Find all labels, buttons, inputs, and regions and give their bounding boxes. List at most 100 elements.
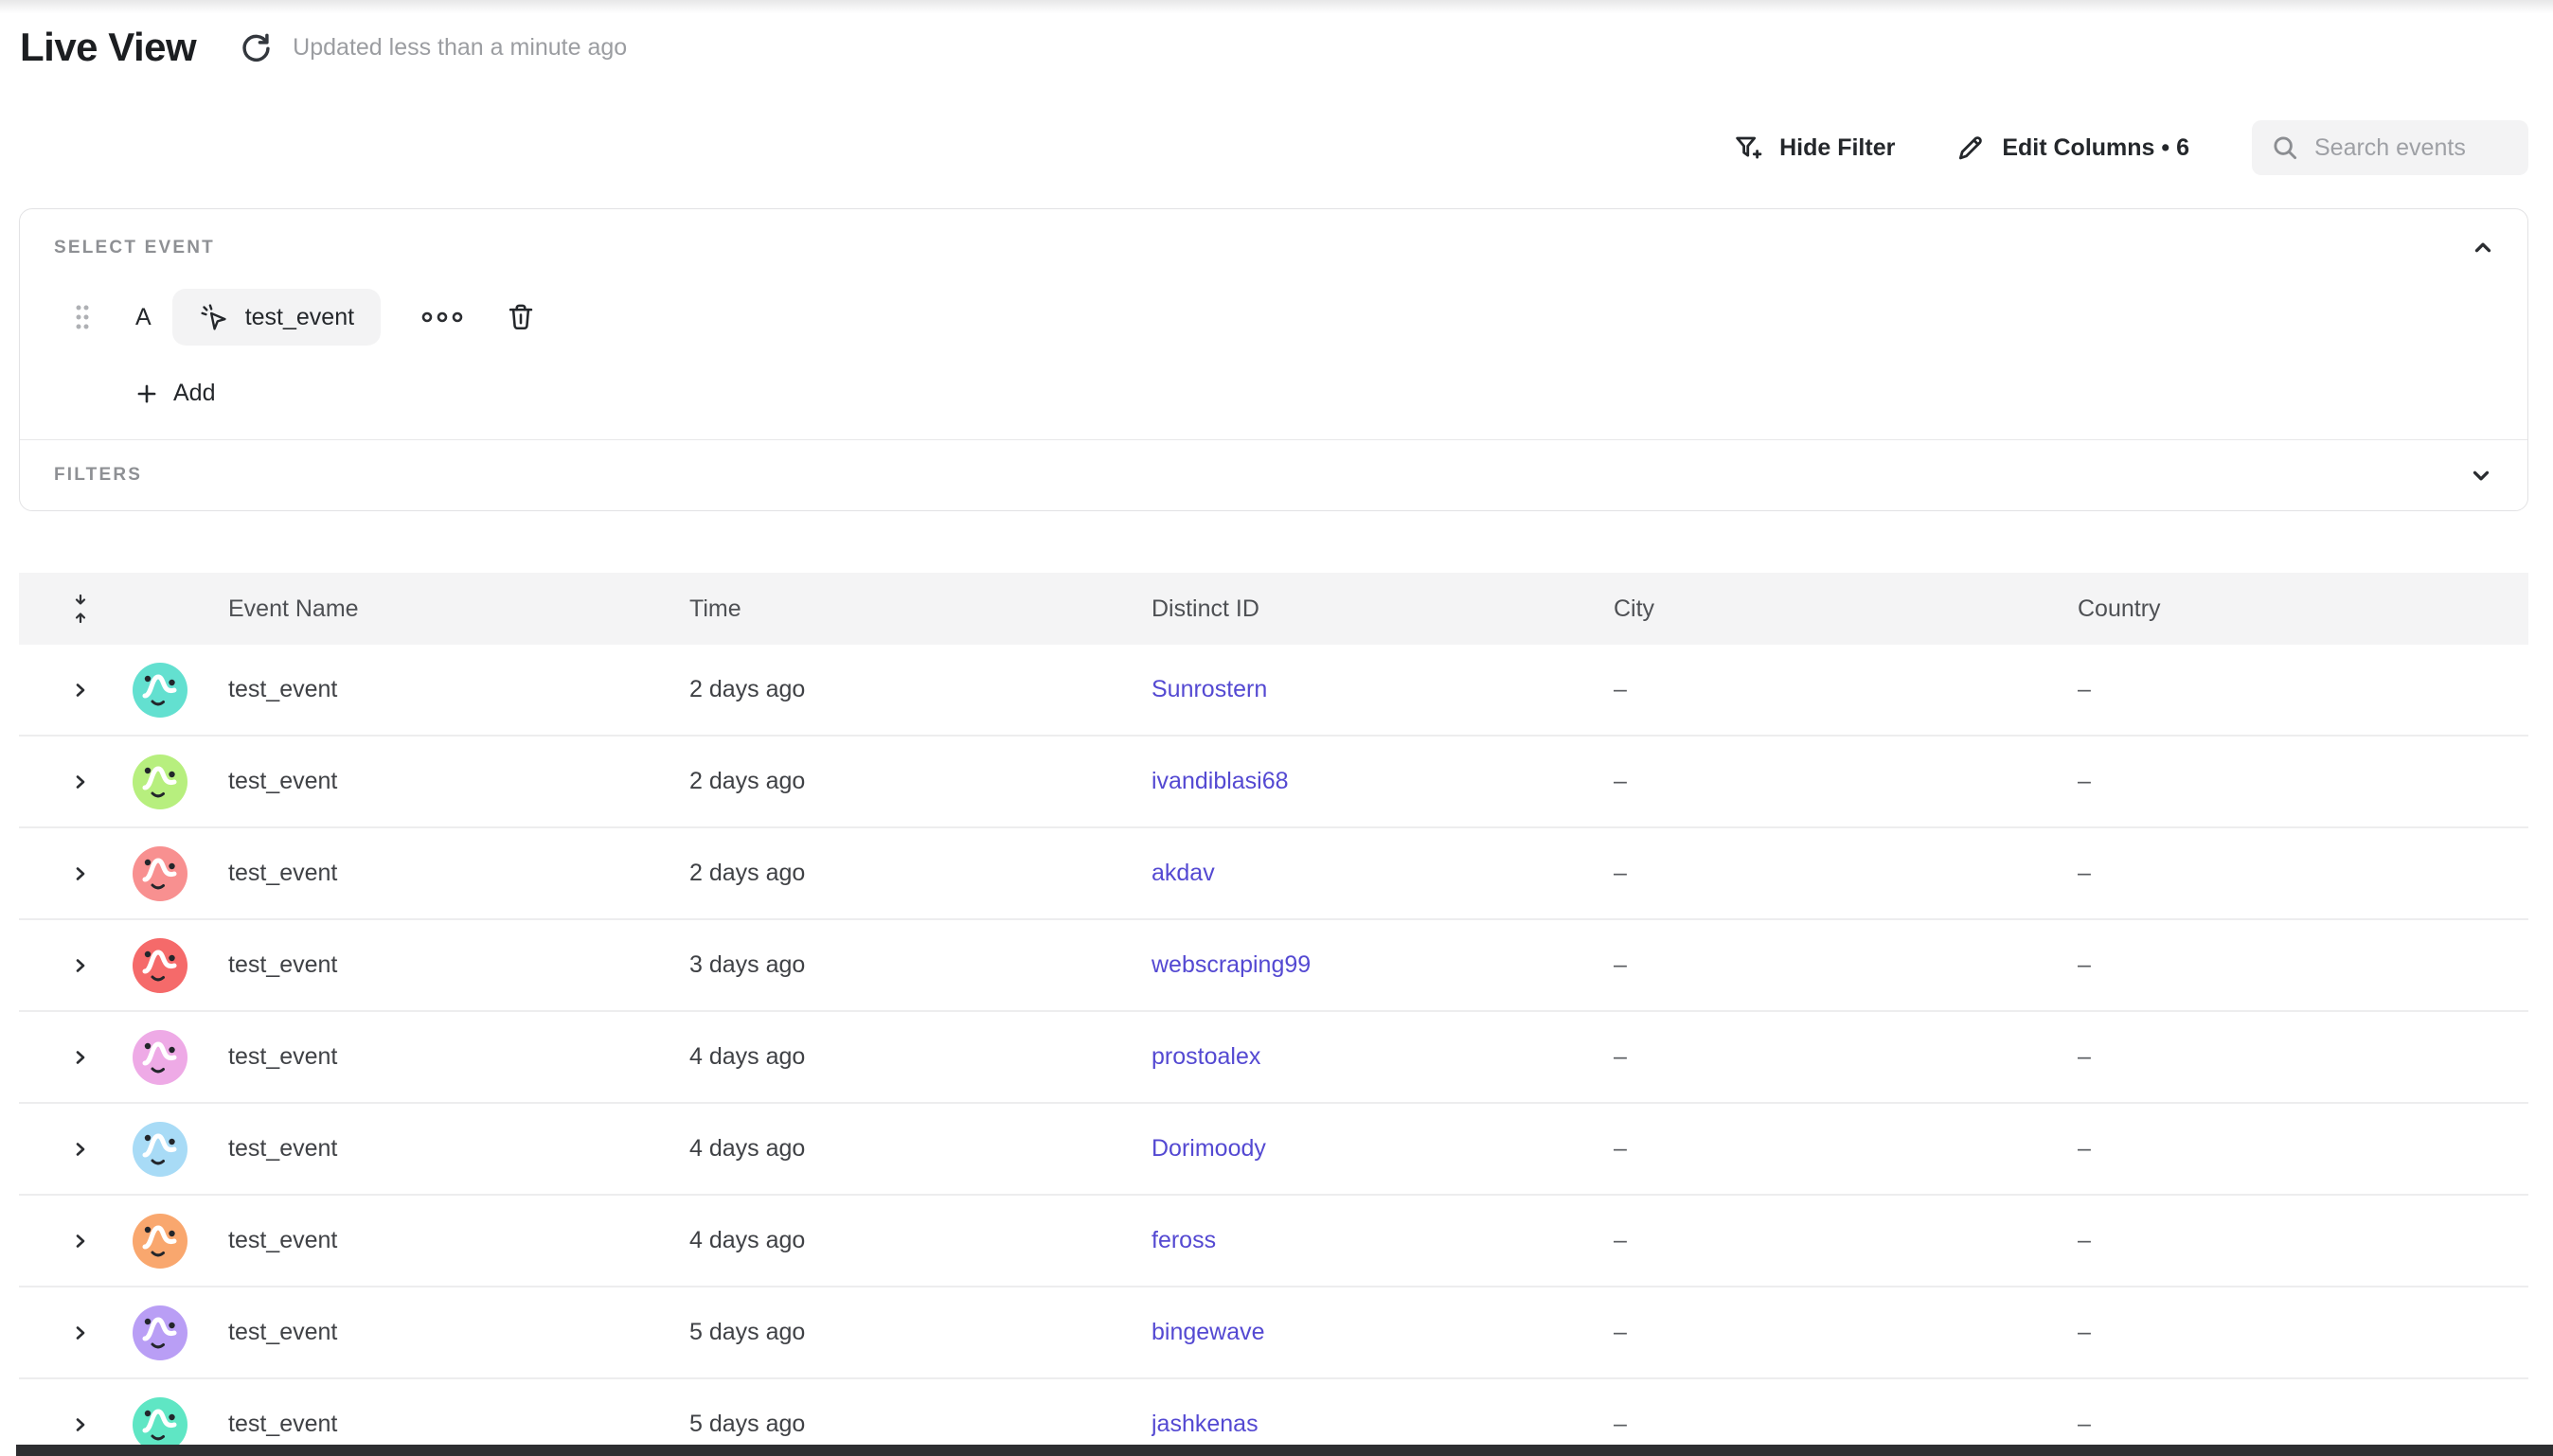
- distinct-id-link[interactable]: feross: [1152, 1227, 1216, 1253]
- chevron-right-icon: [69, 862, 92, 885]
- row-expand-button[interactable]: [69, 954, 92, 977]
- chevron-right-icon: [69, 1322, 92, 1344]
- row-expand-button[interactable]: [69, 1046, 92, 1069]
- row-expand-button[interactable]: [69, 1230, 92, 1252]
- hide-filter-button[interactable]: Hide Filter: [1733, 133, 1895, 163]
- city-cell: –: [1614, 676, 2078, 703]
- drag-handle-icon: [73, 302, 92, 332]
- events-table: Event NameTimeDistinct IDCityCountry tes…: [19, 573, 2528, 1456]
- avatar-cell: [92, 1122, 228, 1177]
- column-header-country[interactable]: Country: [2078, 595, 2528, 623]
- time-cell: 3 days ago: [689, 951, 1152, 979]
- event-selector-chip[interactable]: test_event: [172, 289, 381, 346]
- distinct-id-link[interactable]: jashkenas: [1152, 1411, 1259, 1437]
- avatar-cell: [92, 755, 228, 809]
- updated-status: Updated less than a minute ago: [293, 34, 627, 62]
- distinct-id-link[interactable]: bingewave: [1152, 1319, 1265, 1345]
- avatar-cell: [92, 1214, 228, 1269]
- time-cell: 2 days ago: [689, 676, 1152, 703]
- time-cell: 4 days ago: [689, 1043, 1152, 1071]
- table-row[interactable]: test_event 2 days ago akdav – –: [19, 828, 2528, 920]
- event-name-cell: test_event: [228, 1319, 689, 1346]
- trash-icon: [506, 301, 536, 333]
- city-cell: –: [1614, 768, 2078, 795]
- query-builder-card: SELECT EVENT A: [19, 208, 2528, 511]
- row-expand-button[interactable]: [69, 1413, 92, 1436]
- distinct-id-link[interactable]: akdav: [1152, 860, 1215, 886]
- overflow-menu-icon: [420, 306, 464, 328]
- row-expand-button[interactable]: [69, 679, 92, 701]
- collapse-all-rows-button[interactable]: [69, 593, 92, 625]
- column-header-time[interactable]: Time: [689, 595, 1152, 623]
- search-input[interactable]: [2299, 134, 2528, 162]
- select-event-section: SELECT EVENT A: [20, 209, 2527, 439]
- table-row[interactable]: test_event 3 days ago webscraping99 – –: [19, 920, 2528, 1012]
- table-header-row: Event NameTimeDistinct IDCityCountry: [19, 573, 2528, 645]
- row-expand-button[interactable]: [69, 862, 92, 885]
- chevron-right-icon: [69, 1413, 92, 1436]
- event-name-cell: test_event: [228, 1411, 689, 1438]
- event-name-cell: test_event: [228, 951, 689, 979]
- event-name-cell: test_event: [228, 1043, 689, 1071]
- city-cell: –: [1614, 1227, 2078, 1254]
- distinct-id-link[interactable]: prostoalex: [1152, 1043, 1260, 1070]
- city-cell: –: [1614, 1319, 2078, 1346]
- event-name-cell: test_event: [228, 768, 689, 795]
- city-cell: –: [1614, 1043, 2078, 1071]
- event-overflow-menu-button[interactable]: [420, 306, 464, 328]
- distinct-id-link[interactable]: webscraping99: [1152, 951, 1311, 978]
- country-cell: –: [2078, 676, 2528, 703]
- event-name-cell: test_event: [228, 1135, 689, 1163]
- row-expand-button[interactable]: [69, 771, 92, 793]
- time-cell: 4 days ago: [689, 1135, 1152, 1163]
- table-row[interactable]: test_event 2 days ago ivandiblasi68 – –: [19, 737, 2528, 828]
- avatar: [133, 1305, 187, 1360]
- search-icon: [2271, 133, 2299, 162]
- row-expand-button[interactable]: [69, 1138, 92, 1161]
- avatar: [133, 1214, 187, 1269]
- column-header-distinct-id[interactable]: Distinct ID: [1152, 595, 1614, 623]
- table-row[interactable]: test_event 4 days ago prostoalex – –: [19, 1012, 2528, 1104]
- city-cell: –: [1614, 951, 2078, 979]
- event-clause-row: A test_event: [54, 289, 2493, 346]
- avatar-cell: [92, 663, 228, 718]
- filters-section: FILTERS: [20, 440, 2527, 510]
- column-header-event-name[interactable]: Event Name: [228, 595, 689, 623]
- country-cell: –: [2078, 1411, 2528, 1438]
- avatar: [133, 663, 187, 718]
- plus-icon: [134, 382, 159, 406]
- collapse-section-button[interactable]: [2471, 236, 2495, 260]
- collapse-rows-icon: [69, 593, 92, 625]
- time-cell: 2 days ago: [689, 860, 1152, 887]
- refresh-button[interactable]: [238, 30, 272, 64]
- time-cell: 4 days ago: [689, 1227, 1152, 1254]
- event-name-cell: test_event: [228, 676, 689, 703]
- delete-event-button[interactable]: [506, 301, 536, 333]
- expand-filters-button[interactable]: [2469, 463, 2493, 488]
- avatar: [133, 755, 187, 809]
- distinct-id-link[interactable]: Dorimoody: [1152, 1135, 1266, 1162]
- table-row[interactable]: test_event 5 days ago bingewave – –: [19, 1287, 2528, 1379]
- table-row[interactable]: test_event 2 days ago Sunrostern – –: [19, 645, 2528, 737]
- country-cell: –: [2078, 1043, 2528, 1071]
- event-name-cell: test_event: [228, 1227, 689, 1254]
- avatar-cell: [92, 1030, 228, 1085]
- edit-columns-button[interactable]: Edit Columns • 6: [1955, 133, 2189, 163]
- add-event-button[interactable]: Add: [134, 380, 215, 407]
- country-cell: –: [2078, 860, 2528, 887]
- drag-handle[interactable]: [73, 302, 92, 332]
- table-row[interactable]: test_event 4 days ago Dorimoody – –: [19, 1104, 2528, 1196]
- distinct-id-link[interactable]: Sunrostern: [1152, 676, 1267, 702]
- page-title: Live View: [20, 25, 196, 70]
- row-expand-button[interactable]: [69, 1322, 92, 1344]
- table-row[interactable]: test_event 4 days ago feross – –: [19, 1196, 2528, 1287]
- hide-filter-label: Hide Filter: [1779, 134, 1895, 162]
- city-cell: –: [1614, 860, 2078, 887]
- column-header-city[interactable]: City: [1614, 595, 2078, 623]
- city-cell: –: [1614, 1411, 2078, 1438]
- edit-columns-label: Edit Columns • 6: [2002, 134, 2189, 162]
- time-cell: 5 days ago: [689, 1411, 1152, 1438]
- distinct-id-link[interactable]: ivandiblasi68: [1152, 768, 1289, 794]
- avatar: [133, 938, 187, 993]
- page-header: Live View Updated less than a minute ago: [20, 25, 627, 70]
